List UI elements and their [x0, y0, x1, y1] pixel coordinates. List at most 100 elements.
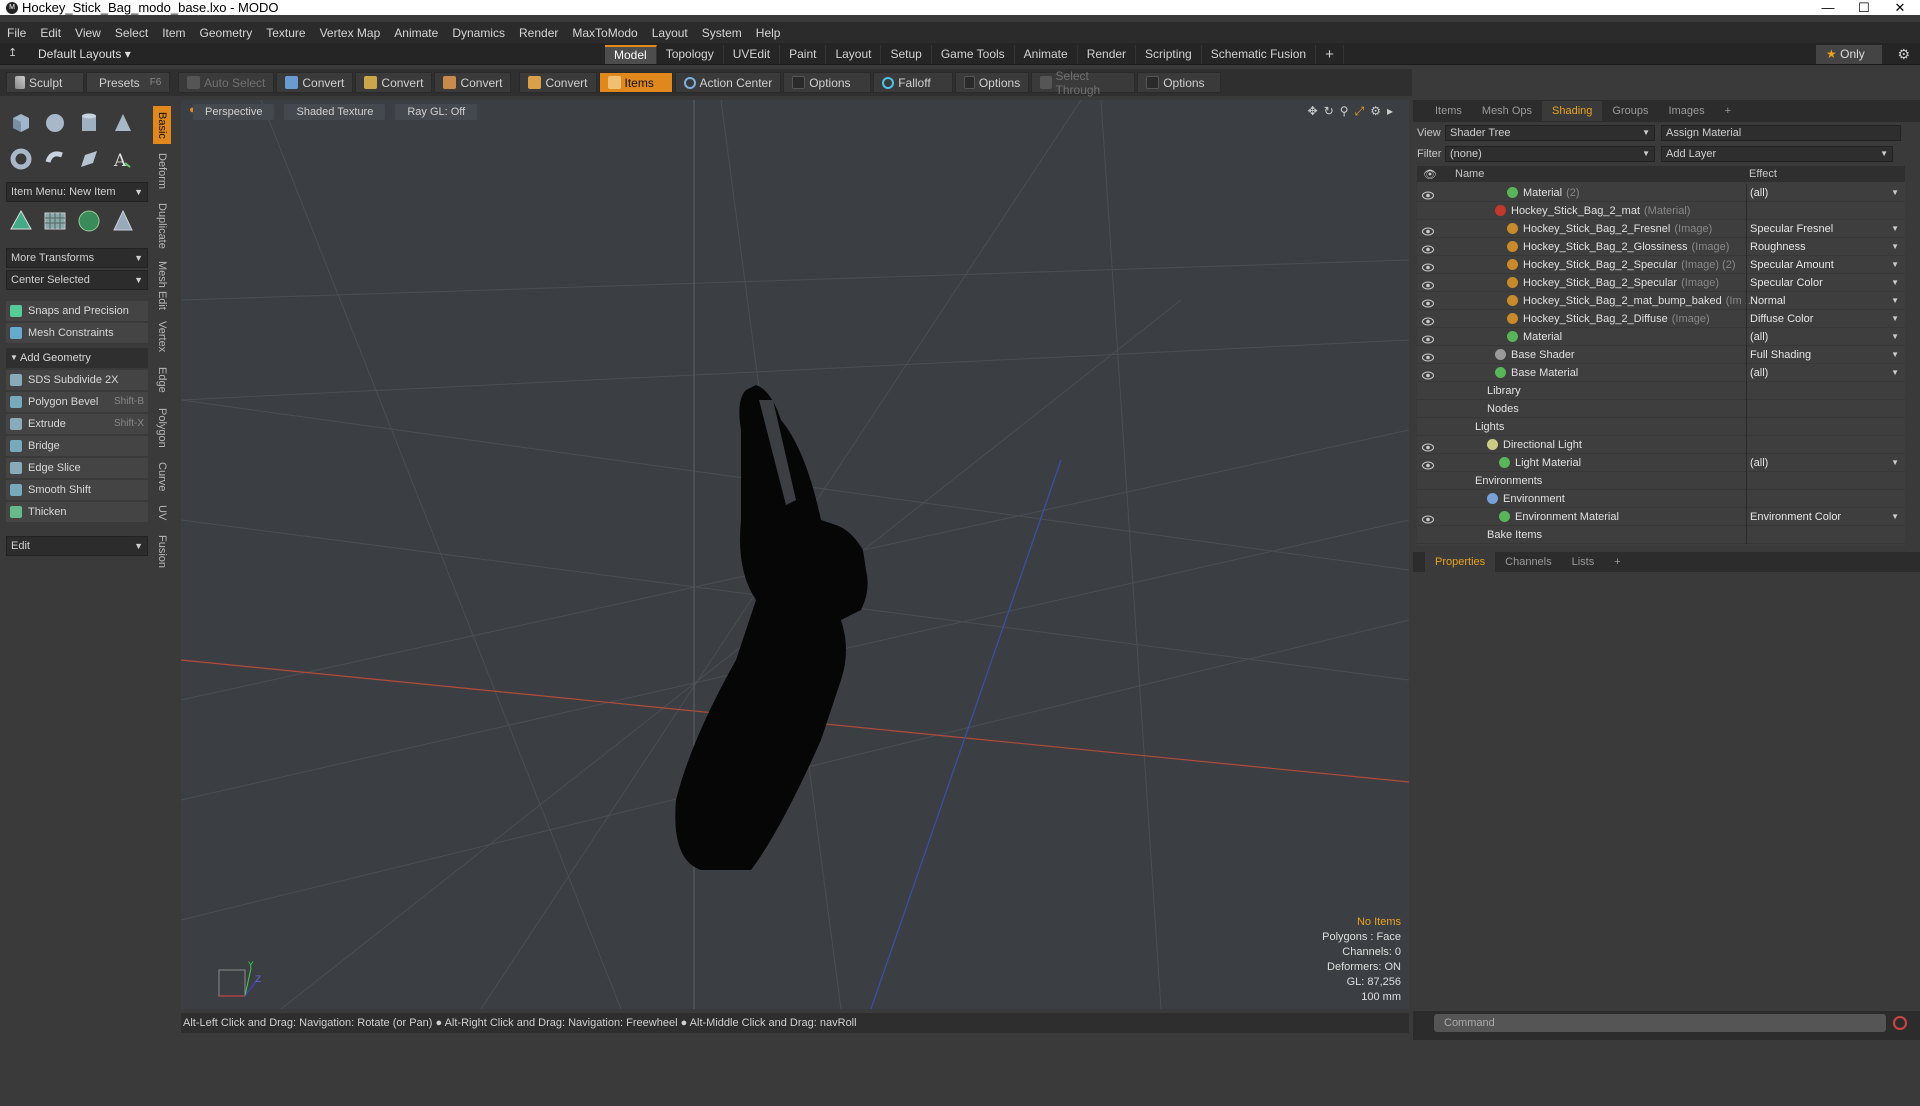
- menu-render[interactable]: Render: [512, 26, 565, 40]
- item-menu-dropdown[interactable]: Item Menu: New Item ▼: [6, 182, 148, 202]
- shader-tree-row[interactable]: Material (all) ▼: [1417, 328, 1905, 346]
- shader-tree-row[interactable]: Base Material (all) ▼: [1417, 364, 1905, 382]
- sds-subdivide-button[interactable]: SDS Subdivide 2X: [6, 370, 148, 390]
- tab-items[interactable]: Items: [1425, 101, 1472, 121]
- effect-cell[interactable]: Specular Color ▼: [1746, 274, 1901, 292]
- tab-game-tools[interactable]: Game Tools: [932, 45, 1015, 64]
- vtab-uv[interactable]: UV: [153, 500, 171, 526]
- shader-tree-row[interactable]: Light Material (all) ▼: [1417, 454, 1905, 472]
- effect-cell[interactable]: [1746, 418, 1901, 436]
- shader-tree-row[interactable]: Hockey_Stick_Bag_2_Fresnel (Image) Specula…: [1417, 220, 1905, 238]
- move-view-icon[interactable]: ✥: [1308, 104, 1318, 119]
- effect-cell[interactable]: [1746, 202, 1901, 220]
- effect-cell[interactable]: Normal ▼: [1746, 292, 1901, 310]
- shader-tree-row[interactable]: Nodes: [1417, 400, 1905, 418]
- tab-schematic-fusion[interactable]: Schematic Fusion: [1202, 45, 1317, 64]
- menu-geometry[interactable]: Geometry: [193, 26, 260, 40]
- viewport-settings-icon[interactable]: ⚙: [1370, 104, 1381, 119]
- polygon-bevel-button[interactable]: Polygon Bevel Shift-B: [6, 392, 148, 412]
- only-button[interactable]: ★ Only: [1816, 45, 1882, 64]
- vtab-curve[interactable]: Curve: [153, 458, 171, 496]
- tab-uvedit[interactable]: UVEdit: [724, 45, 781, 64]
- edit-dropdown[interactable]: Edit ▼: [6, 536, 148, 556]
- tab-animate[interactable]: Animate: [1015, 45, 1078, 64]
- shader-tree-row[interactable]: Directional Light: [1417, 436, 1905, 454]
- visibility-eye-icon[interactable]: [1422, 224, 1434, 236]
- select-options-button[interactable]: Options: [1137, 72, 1222, 93]
- convert-button-3[interactable]: Convert: [434, 72, 512, 93]
- visibility-eye-icon[interactable]: [1422, 260, 1434, 272]
- visibility-eye-icon[interactable]: [1422, 332, 1434, 344]
- cylinder-icon[interactable]: [74, 108, 104, 138]
- visibility-eye-icon[interactable]: [1422, 512, 1434, 524]
- effect-cell[interactable]: (all) ▼: [1746, 364, 1901, 382]
- thicken-button[interactable]: Thicken: [6, 502, 148, 522]
- convert-button-1[interactable]: Convert: [276, 72, 354, 93]
- effect-cell[interactable]: (all) ▼: [1746, 328, 1901, 346]
- visibility-eye-icon[interactable]: [1422, 314, 1434, 326]
- menu-texture[interactable]: Texture: [259, 26, 312, 40]
- tab-properties[interactable]: Properties: [1425, 552, 1496, 572]
- menu-file[interactable]: File: [0, 26, 33, 40]
- menu-select[interactable]: Select: [108, 26, 155, 40]
- add-tab-icon[interactable]: +: [1316, 45, 1344, 64]
- shader-tree-row[interactable]: Base Shader Full Shading ▼: [1417, 346, 1905, 364]
- effect-cell[interactable]: Diffuse Color ▼: [1746, 310, 1901, 328]
- menu-view[interactable]: View: [68, 26, 108, 40]
- menu-edit[interactable]: Edit: [33, 26, 68, 40]
- vtab-vertex[interactable]: Vertex: [153, 316, 171, 358]
- menu-layout[interactable]: Layout: [645, 26, 695, 40]
- tab-images[interactable]: Images: [1659, 101, 1715, 121]
- shader-tree-row[interactable]: Environments: [1417, 472, 1905, 490]
- shader-tree-row[interactable]: Lights: [1417, 418, 1905, 436]
- action-center-button[interactable]: Action Center: [674, 72, 782, 93]
- add-geometry-header[interactable]: ▼ Add Geometry: [6, 348, 148, 368]
- convert-button-4[interactable]: Convert: [519, 72, 597, 93]
- items-mode-button[interactable]: Items: [598, 72, 673, 93]
- transform-icon[interactable]: [6, 206, 36, 236]
- tab-render[interactable]: Render: [1078, 45, 1137, 64]
- visibility-eye-icon[interactable]: [1422, 188, 1434, 200]
- pen-icon[interactable]: [74, 144, 104, 174]
- name-column-header[interactable]: Name: [1455, 168, 1484, 180]
- tab-setup[interactable]: Setup: [881, 45, 932, 64]
- layout-collapse-icon[interactable]: ↥: [8, 46, 17, 59]
- effect-cell[interactable]: Roughness ▼: [1746, 238, 1901, 256]
- shader-tree-row[interactable]: Hockey_Stick_Bag_2_Diffuse (Image) Diffuse…: [1417, 310, 1905, 328]
- visibility-eye-icon[interactable]: [1422, 278, 1434, 290]
- tab-layout[interactable]: Layout: [826, 45, 882, 64]
- shader-tree-row[interactable]: Hockey_Stick_Bag_2_Glossiness (Image) Roug…: [1417, 238, 1905, 256]
- rotate-view-icon[interactable]: ↻: [1324, 104, 1334, 119]
- close-icon[interactable]: ✕: [1882, 0, 1918, 15]
- globe-icon[interactable]: [74, 206, 104, 236]
- action-center-options-button[interactable]: Options: [783, 72, 872, 93]
- select-through-button[interactable]: Select Through: [1031, 69, 1136, 97]
- tab-model[interactable]: Model: [605, 45, 657, 64]
- shader-tree-row[interactable]: Environment Material Environment Color ▼: [1417, 508, 1905, 526]
- auto-select-button[interactable]: Auto Select: [178, 72, 275, 93]
- cone-icon[interactable]: [108, 108, 138, 138]
- visibility-eye-icon[interactable]: [1422, 296, 1434, 308]
- gear-icon[interactable]: ⚙: [1897, 46, 1910, 63]
- capsule-icon[interactable]: [40, 144, 70, 174]
- mesh-constraints-button[interactable]: Mesh Constraints: [6, 323, 148, 343]
- shader-tree-row[interactable]: Hockey_Stick_Bag_2_mat (Material): [1417, 202, 1905, 220]
- visibility-eye-icon[interactable]: [1422, 458, 1434, 470]
- tab-groups[interactable]: Groups: [1602, 101, 1658, 121]
- menu-help[interactable]: Help: [749, 26, 788, 40]
- text-icon[interactable]: A: [108, 144, 138, 174]
- effect-cell[interactable]: Environment Color ▼: [1746, 508, 1901, 526]
- filter-dropdown[interactable]: (none) ▼: [1445, 146, 1655, 162]
- shader-tree-row[interactable]: Hockey_Stick_Bag_2_Specular (Image) (2) Sp…: [1417, 256, 1905, 274]
- convert-button-2[interactable]: Convert: [355, 72, 433, 93]
- snaps-precision-button[interactable]: Snaps and Precision: [6, 301, 148, 321]
- effect-cell[interactable]: (all) ▼: [1746, 454, 1901, 472]
- cube-icon[interactable]: [6, 108, 36, 138]
- shader-tree-row[interactable]: Bake Items: [1417, 526, 1905, 544]
- visibility-eye-icon[interactable]: [1422, 242, 1434, 254]
- command-input[interactable]: Command: [1434, 1014, 1886, 1032]
- menu-item[interactable]: Item: [155, 26, 192, 40]
- vtab-duplicate[interactable]: Duplicate: [153, 198, 171, 254]
- vtab-edge[interactable]: Edge: [153, 362, 171, 398]
- menu-vertex-map[interactable]: Vertex Map: [313, 26, 388, 40]
